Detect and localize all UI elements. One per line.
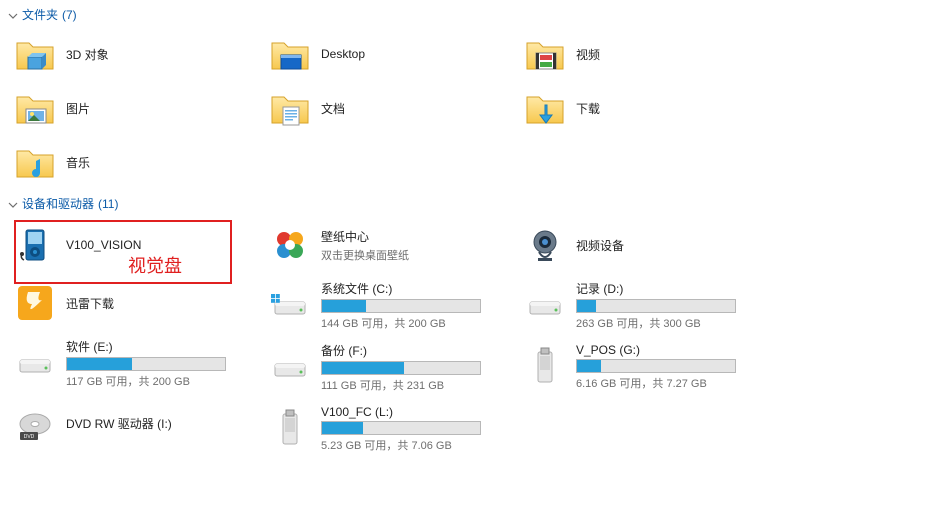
device-item[interactable]: 壁纸中心双击更换桌面壁纸 xyxy=(263,216,518,274)
device-item[interactable]: V100_VISION xyxy=(8,216,263,274)
device-item[interactable]: 视频设备 xyxy=(518,216,773,274)
drive-item[interactable]: 备份 (F:) 111 GB 可用，共 231 GB xyxy=(263,336,518,398)
section-devices-count: (11) xyxy=(98,197,118,211)
folder-item[interactable]: 视频 xyxy=(518,27,773,81)
capacity-bar xyxy=(321,299,481,313)
device-item[interactable]: DVD RW 驱动器 (I:) xyxy=(8,394,263,452)
device-item[interactable]: 迅雷下载 xyxy=(8,274,263,332)
device-label: 视频设备 xyxy=(576,237,767,254)
device-label: V100_FC (L:) xyxy=(321,405,512,419)
folder-label: 图片 xyxy=(66,100,257,117)
folder-item[interactable]: 下载 xyxy=(518,81,773,135)
wallpaper-icon xyxy=(269,224,311,266)
capacity-text: 263 GB 可用，共 300 GB xyxy=(576,315,767,331)
drive-icon xyxy=(269,346,311,388)
folder-item[interactable]: 文档 xyxy=(263,81,518,135)
folder-label: 音乐 xyxy=(66,154,257,171)
device-label: DVD RW 驱动器 (I:) xyxy=(66,415,257,432)
capacity-text: 6.16 GB 可用，共 7.27 GB xyxy=(576,375,767,391)
capacity-bar xyxy=(321,361,481,375)
capacity-text: 5.23 GB 可用，共 7.06 GB xyxy=(321,437,512,453)
section-header-devices[interactable]: 设备和驱动器 (11) xyxy=(8,195,943,212)
desktop-icon xyxy=(269,33,311,75)
webcam-icon xyxy=(524,224,566,266)
folder-item[interactable]: 音乐 xyxy=(8,135,263,189)
device-label: 记录 (D:) xyxy=(576,280,767,297)
capacity-bar xyxy=(576,299,736,313)
chevron-down-icon xyxy=(8,10,18,20)
capacity-bar xyxy=(576,359,736,373)
device-label: V100_VISION xyxy=(66,238,257,252)
drive-win-icon xyxy=(269,284,311,326)
folder-label: 3D 对象 xyxy=(66,46,257,63)
drive-icon xyxy=(524,284,566,326)
capacity-text: 117 GB 可用，共 200 GB xyxy=(66,373,257,389)
drive-item[interactable]: V100_FC (L:) 5.23 GB 可用，共 7.06 GB xyxy=(263,398,518,460)
folder-label: 文档 xyxy=(321,100,512,117)
section-header-folders[interactable]: 文件夹 (7) xyxy=(8,6,943,23)
device-label: 系统文件 (C:) xyxy=(321,280,512,297)
device-label: 壁纸中心 xyxy=(321,228,512,245)
drive-icon xyxy=(14,342,56,384)
thunder-icon xyxy=(14,282,56,324)
usb-icon xyxy=(269,408,311,450)
folders-grid: 3D 对象 图片 音乐 Desktop 文档 视频 下载 xyxy=(8,27,943,189)
device-sub: 双击更换桌面壁纸 xyxy=(321,247,512,263)
capacity-bar xyxy=(66,357,226,371)
capacity-bar xyxy=(321,421,481,435)
folder-item[interactable]: Desktop xyxy=(263,27,518,81)
documents-icon xyxy=(269,87,311,129)
downloads-icon xyxy=(524,87,566,129)
mp3-icon xyxy=(14,224,56,266)
section-folders-count: (7) xyxy=(62,8,77,22)
drive-item[interactable]: V_POS (G:) 6.16 GB 可用，共 7.27 GB xyxy=(518,336,773,398)
device-label: V_POS (G:) xyxy=(576,343,767,357)
folder-label: 下载 xyxy=(576,100,767,117)
device-label: 软件 (E:) xyxy=(66,338,257,355)
usb-icon xyxy=(524,346,566,388)
videos-icon xyxy=(524,33,566,75)
capacity-text: 111 GB 可用，共 231 GB xyxy=(321,377,512,393)
drive-item[interactable]: 软件 (E:) 117 GB 可用，共 200 GB xyxy=(8,332,263,394)
devices-grid: V100_VISION 迅雷下载软件 (E:) 117 GB 可用，共 200 GB… xyxy=(8,216,943,460)
section-devices-label: 设备和驱动器 xyxy=(22,195,94,212)
dvd-icon xyxy=(14,402,56,444)
folder-label: Desktop xyxy=(321,47,512,61)
chevron-down-icon xyxy=(8,199,18,209)
pictures-icon xyxy=(14,87,56,129)
device-label: 迅雷下载 xyxy=(66,295,257,312)
music-icon xyxy=(14,141,56,183)
3d-icon xyxy=(14,33,56,75)
folder-label: 视频 xyxy=(576,46,767,63)
capacity-text: 144 GB 可用，共 200 GB xyxy=(321,315,512,331)
drive-item[interactable]: 系统文件 (C:) 144 GB 可用，共 200 GB xyxy=(263,274,518,336)
device-label: 备份 (F:) xyxy=(321,342,512,359)
section-folders-label: 文件夹 xyxy=(22,6,58,23)
folder-item[interactable]: 3D 对象 xyxy=(8,27,263,81)
folder-item[interactable]: 图片 xyxy=(8,81,263,135)
drive-item[interactable]: 记录 (D:) 263 GB 可用，共 300 GB xyxy=(518,274,773,336)
